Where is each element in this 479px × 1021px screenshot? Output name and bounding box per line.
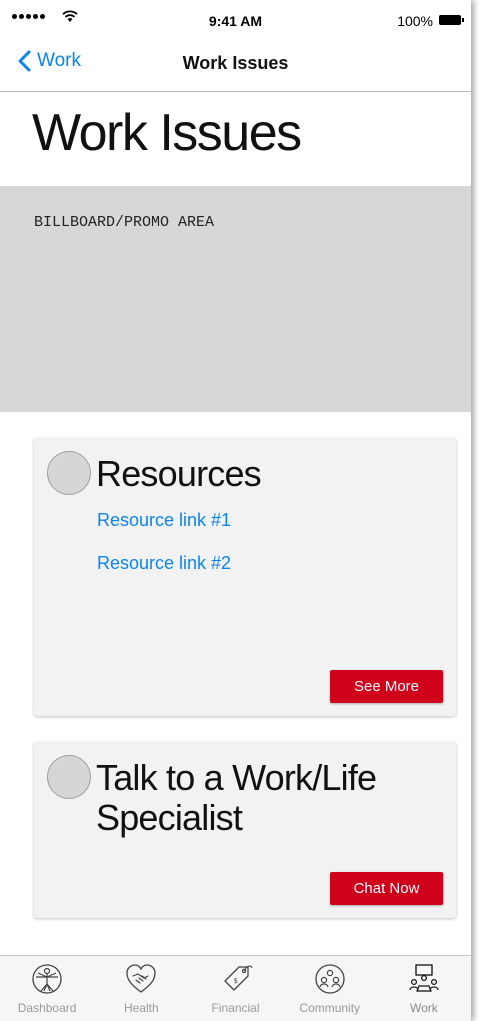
- tab-health[interactable]: Health: [94, 956, 188, 1021]
- see-more-button[interactable]: See More: [330, 670, 443, 703]
- specialist-card: Talk to a Work/Life Specialist Chat Now: [34, 742, 456, 918]
- chat-now-button[interactable]: Chat Now: [330, 872, 443, 905]
- resources-card: Resources Resource link #1 Resource link…: [34, 438, 456, 716]
- handshake-heart-icon: [126, 964, 156, 993]
- tab-label-dashboard: Dashboard: [17, 1001, 77, 1015]
- tab-bar: Dashboard Health $ Financial Community W…: [0, 955, 471, 1021]
- tab-label-work: Work: [410, 1001, 438, 1015]
- price-tag-icon: $: [223, 965, 253, 991]
- meeting-table-icon: [409, 964, 439, 992]
- specialist-card-icon: [47, 755, 91, 799]
- battery-icon: [439, 15, 464, 25]
- tab-work[interactable]: Work: [377, 956, 471, 1021]
- resource-link-2[interactable]: Resource link #2: [97, 553, 231, 574]
- svg-text:$: $: [233, 977, 237, 985]
- battery-percent: 100%: [397, 13, 433, 29]
- billboard-label: BILLBOARD/PROMO AREA: [34, 214, 215, 231]
- navigation-bar: Work Work Issues: [0, 40, 471, 92]
- vitruvian-man-icon: [32, 964, 62, 994]
- tab-dashboard[interactable]: Dashboard: [0, 956, 94, 1021]
- tab-label-community: Community: [299, 1001, 361, 1015]
- tab-label-financial: Financial: [211, 1001, 260, 1015]
- specialist-card-title: Talk to a Work/Life Specialist: [96, 757, 377, 838]
- page-title: Work Issues: [32, 104, 302, 162]
- billboard-promo-area[interactable]: BILLBOARD/PROMO AREA: [0, 186, 471, 412]
- status-bar: 9:41 AM 100%: [0, 0, 471, 40]
- phone-screen: 9:41 AM 100% Work Work Issues Work Issue…: [0, 0, 471, 1021]
- tab-community[interactable]: Community: [283, 956, 377, 1021]
- resources-card-title: Resources: [96, 453, 262, 494]
- nav-title: Work Issues: [182, 53, 289, 73]
- resources-card-icon: [47, 451, 91, 495]
- people-circle-icon: [315, 964, 345, 994]
- tab-label-health: Health: [123, 1001, 159, 1015]
- tab-financial[interactable]: $ Financial: [188, 956, 282, 1021]
- resource-link-1[interactable]: Resource link #1: [97, 510, 231, 531]
